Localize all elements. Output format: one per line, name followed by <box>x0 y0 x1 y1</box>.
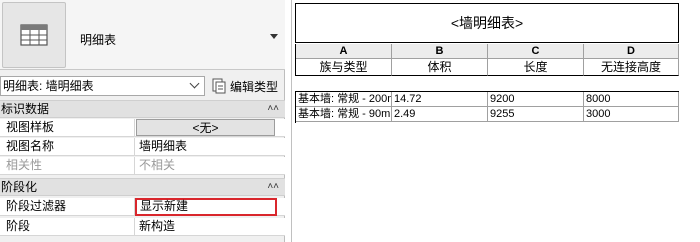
column-letter-b[interactable]: B <box>392 44 488 59</box>
table-cell[interactable]: 基本墙: 常规 - 90mm <box>296 107 392 122</box>
type-name-label: 明细表 <box>80 33 117 47</box>
prop-row-view-name: 视图名称 墙明细表 <box>0 138 285 156</box>
group-title: 标识数据 <box>1 102 50 116</box>
column-header[interactable]: 长度 <box>488 59 584 76</box>
prop-name: 视图名称 <box>0 138 135 155</box>
prop-name: 相关性 <box>0 157 135 174</box>
table-cell[interactable]: 14.72 <box>392 92 488 107</box>
instance-selector-row: 明细表: 墙明细表 编辑类型 <box>0 76 285 98</box>
prop-name: 阶段 <box>0 218 135 235</box>
prop-name: 视图样板 <box>0 119 135 136</box>
table-cell[interactable]: 8000 <box>584 92 679 107</box>
edit-type-icon <box>212 78 226 94</box>
schedule-view: <墙明细表> A B C D 族与类型 体积 长度 无连接高度 基本墙: 常规 … <box>291 0 700 242</box>
table-cell[interactable]: 9255 <box>488 107 584 122</box>
type-selector[interactable]: 明细表 <box>0 0 285 70</box>
column-letter-a[interactable]: A <box>296 44 392 59</box>
column-letter-c[interactable]: C <box>488 44 584 59</box>
group-title: 阶段化 <box>1 180 38 194</box>
column-header[interactable]: 无连接高度 <box>584 59 679 76</box>
edit-type-label: 编辑类型 <box>230 79 279 94</box>
prop-row-dependency: 相关性 不相关 <box>0 157 285 175</box>
collapse-icon[interactable]: ˄˄ <box>267 101 279 117</box>
prop-row-view-template: 视图样板 <无> <box>0 119 285 137</box>
schedule-table-icon <box>2 2 66 68</box>
properties-panel: 明细表 明细表: 墙明细表 编辑类型 标识数据 ˄˄ 视图样板 <无> 视图名称… <box>0 0 285 242</box>
dropdown-arrow-icon[interactable] <box>270 34 278 39</box>
column-letter-d[interactable]: D <box>584 44 679 59</box>
column-header[interactable]: 族与类型 <box>296 59 392 76</box>
column-header[interactable]: 体积 <box>392 59 488 76</box>
instance-filter-value: 明细表: 墙明细表 <box>3 79 94 93</box>
dependency-value: 不相关 <box>139 158 176 172</box>
chevron-down-icon <box>189 78 200 89</box>
prop-row-phase: 阶段 新构造 <box>0 218 285 236</box>
schedule-title[interactable]: <墙明细表> <box>295 3 679 43</box>
phase-filter-field[interactable]: 显示新建 <box>135 198 277 216</box>
view-template-button[interactable]: <无> <box>136 119 275 136</box>
view-name-field[interactable]: 墙明细表 <box>136 138 275 155</box>
collapse-icon[interactable]: ˄˄ <box>267 179 279 195</box>
group-header-identity-data[interactable]: 标识数据 ˄˄ <box>0 100 285 118</box>
table-cell[interactable]: 基本墙: 常规 - 200mm <box>296 92 392 107</box>
phase-field[interactable]: 新构造 <box>136 218 275 235</box>
prop-name: 阶段过滤器 <box>0 198 135 215</box>
prop-row-phase-filter: 阶段过滤器 显示新建 <box>0 198 285 216</box>
table-cell[interactable]: 3000 <box>584 107 679 122</box>
table-cell[interactable]: 9200 <box>488 92 584 107</box>
instance-filter-dropdown[interactable]: 明细表: 墙明细表 <box>0 76 205 96</box>
group-header-phasing[interactable]: 阶段化 ˄˄ <box>0 178 285 196</box>
table-cell[interactable]: 2.49 <box>392 107 488 122</box>
edit-type-button[interactable]: 编辑类型 <box>211 76 285 96</box>
